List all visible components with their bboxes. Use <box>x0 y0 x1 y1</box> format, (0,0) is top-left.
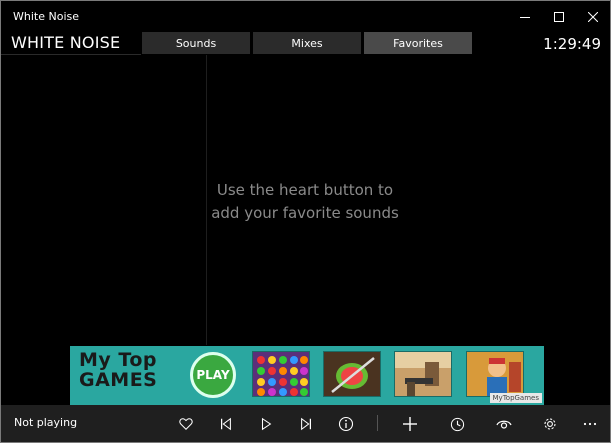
timer-icon <box>450 417 464 431</box>
app-window: White Noise WHITE NOISE Sounds Mixes Fav… <box>0 0 611 443</box>
minimize-icon <box>520 17 530 18</box>
ad-logo-line2: Games <box>79 369 158 391</box>
shooter-image <box>395 352 451 396</box>
tab-sounds-label: Sounds <box>175 36 217 50</box>
tab-sounds[interactable]: Sounds <box>142 32 250 54</box>
info-icon <box>338 416 354 432</box>
eye-icon <box>496 420 512 429</box>
more-icon <box>583 422 597 426</box>
playback-status: Not playing <box>14 416 78 429</box>
empty-message-line2: add your favorite sounds <box>211 204 399 222</box>
next-button[interactable] <box>294 412 318 436</box>
settings-icon <box>544 418 556 430</box>
play-icon <box>261 417 272 431</box>
app-name: WHITE NOISE <box>11 33 121 52</box>
settings-button[interactable] <box>538 412 562 436</box>
title-bar: White Noise <box>1 1 610 33</box>
close-button[interactable] <box>576 1 610 33</box>
visibility-button[interactable] <box>492 412 516 436</box>
favorites-panel: Use the heart button to add your favorit… <box>1 55 610 405</box>
info-button[interactable] <box>334 412 358 436</box>
ad-logo: My Top Games <box>79 350 157 390</box>
favorite-button[interactable] <box>174 412 198 436</box>
play-button[interactable] <box>254 412 278 436</box>
ad-play-label: PLAY <box>196 368 230 382</box>
previous-button[interactable] <box>214 412 238 436</box>
gems-image <box>253 352 309 396</box>
maximize-button[interactable] <box>542 1 576 33</box>
tab-mixes-label: Mixes <box>291 36 323 50</box>
runner-image <box>467 352 523 396</box>
player-bar: Not playing <box>1 405 610 442</box>
ad-banner[interactable]: My Top Games PLAY <box>70 346 544 405</box>
maximize-icon <box>554 12 564 22</box>
tab-favorites[interactable]: Favorites <box>364 32 472 54</box>
ad-game-thumbnail-runner[interactable] <box>466 351 524 397</box>
empty-message: Use the heart button to add your favorit… <box>207 179 403 225</box>
ad-brand-label: MyTopGames <box>489 393 542 403</box>
ad-game-thumbnail-fruit[interactable] <box>323 351 381 397</box>
window-title: White Noise <box>13 10 79 23</box>
empty-message-line1: Use the heart button to <box>216 181 394 199</box>
next-icon <box>301 417 311 431</box>
previous-icon <box>221 417 231 431</box>
close-icon <box>588 12 598 22</box>
ad-game-thumbnail-shooter[interactable] <box>394 351 452 397</box>
tab-mixes[interactable]: Mixes <box>253 32 361 54</box>
fruit-image <box>324 352 380 396</box>
add-icon <box>403 417 417 431</box>
ad-game-thumbnail-gems[interactable] <box>252 351 310 397</box>
clock: 1:29:49 <box>543 35 601 53</box>
more-button[interactable] <box>578 412 602 436</box>
footer-separator <box>377 415 378 431</box>
minimize-button[interactable] <box>508 1 542 33</box>
ad-play-button[interactable]: PLAY <box>190 352 236 398</box>
app-header: WHITE NOISE Sounds Mixes Favorites 1:29:… <box>1 31 610 55</box>
heart-icon <box>179 418 193 430</box>
timer-button[interactable] <box>445 412 469 436</box>
add-button[interactable] <box>398 412 422 436</box>
ad-logo-line1: My Top <box>79 349 157 371</box>
tab-favorites-label: Favorites <box>393 36 443 50</box>
